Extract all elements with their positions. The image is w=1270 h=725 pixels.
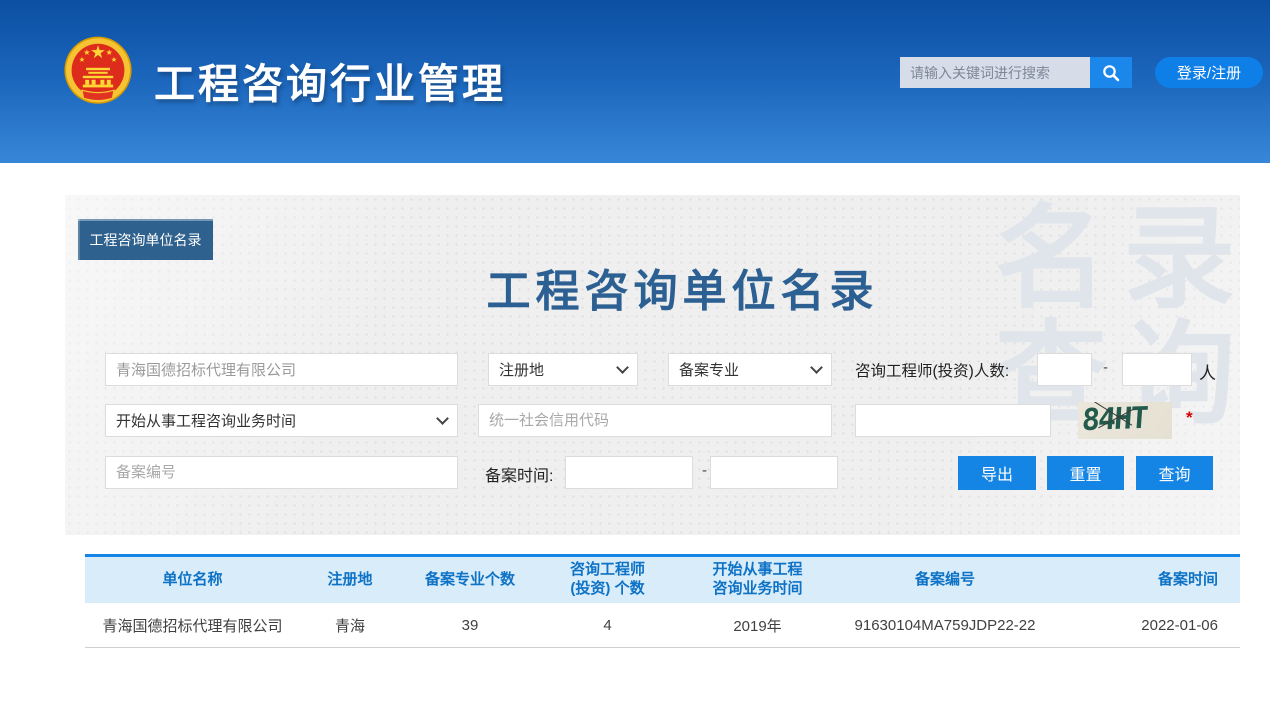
cell-record-number: 91630104MA759JDP22-22: [840, 603, 1050, 648]
login-register-button[interactable]: 登录/注册: [1155, 57, 1263, 88]
record-time-separator: -: [702, 462, 707, 479]
export-button[interactable]: 导出: [958, 456, 1036, 490]
top-banner: ★ ★ ★ ★ ★ 工程咨询行业管理 登录/注册: [0, 0, 1270, 163]
table-header-row: 单位名称 注册地 备案专业个数 咨询工程师 (投资) 个数 开始从事工程 咨询业…: [85, 556, 1240, 604]
required-marker: *: [1186, 408, 1193, 428]
col-header-start-time: 开始从事工程 咨询业务时间: [675, 556, 840, 604]
record-time-label: 备案时间:: [485, 462, 553, 486]
chevron-down-icon: [810, 361, 823, 374]
cell-unit-name: 青海国德招标代理有限公司: [85, 603, 300, 648]
company-name-input[interactable]: [105, 353, 458, 386]
svg-text:★: ★: [111, 55, 117, 64]
svg-text:★: ★: [90, 42, 106, 62]
col-header-engineer-count: 咨询工程师 (投资) 个数: [540, 556, 675, 604]
specialty-select[interactable]: 备案专业: [668, 353, 832, 386]
reset-button[interactable]: 重置: [1047, 456, 1124, 490]
record-number-input[interactable]: [105, 456, 458, 489]
captcha-input[interactable]: [855, 404, 1051, 437]
tab-directory[interactable]: 工程咨询单位名录: [78, 219, 213, 260]
cell-record-time: 2022-01-06: [1050, 603, 1240, 648]
search-icon: [1101, 63, 1121, 83]
col-header-record-time: 备案时间: [1050, 556, 1240, 604]
start-time-select-value: 开始从事工程咨询业务时间: [116, 410, 438, 431]
chevron-down-icon: [436, 412, 449, 425]
chevron-down-icon: [616, 361, 629, 374]
page-title: 工程咨询单位名录: [65, 255, 1240, 319]
captcha-image[interactable]: 84HT: [1078, 402, 1172, 439]
table-row: 青海国德招标代理有限公司 青海 39 4 2019年 91630104MA759…: [85, 603, 1240, 648]
region-select[interactable]: 注册地: [488, 353, 638, 386]
page: ★ ★ ★ ★ ★ 工程咨询行业管理 登录/注册: [0, 0, 1270, 725]
col-header-region: 注册地: [300, 556, 400, 604]
col-header-record-number: 备案编号: [840, 556, 1050, 604]
engineer-count-max-input[interactable]: [1122, 353, 1192, 386]
cell-start-time: 2019年: [675, 603, 840, 648]
national-emblem-logo: ★ ★ ★ ★ ★: [58, 30, 138, 112]
record-time-start-input[interactable]: [565, 456, 693, 489]
person-unit-label: 人: [1199, 359, 1216, 384]
search-input[interactable]: [900, 57, 1090, 88]
cell-engineer-count: 4: [540, 603, 675, 648]
credit-code-input[interactable]: [478, 404, 832, 437]
query-button[interactable]: 查询: [1136, 456, 1213, 490]
col-header-specialty-count: 备案专业个数: [400, 556, 540, 604]
cell-region: 青海: [300, 603, 400, 648]
cell-specialty-count: 39: [400, 603, 540, 648]
engineer-count-min-input[interactable]: [1037, 353, 1092, 386]
record-time-end-input[interactable]: [710, 456, 838, 489]
region-select-value: 注册地: [499, 359, 618, 380]
engineer-range-separator: -: [1103, 359, 1108, 376]
search-button[interactable]: [1090, 57, 1132, 88]
engineer-count-label: 咨询工程师(投资)人数:: [855, 359, 1009, 381]
results-table: 单位名称 注册地 备案专业个数 咨询工程师 (投资) 个数 开始从事工程 咨询业…: [85, 554, 1240, 648]
svg-text:★: ★: [79, 55, 85, 64]
col-header-unit-name: 单位名称: [85, 556, 300, 604]
specialty-select-value: 备案专业: [679, 359, 812, 380]
directory-panel: 名录 查询 工程咨询单位名录 工程咨询单位名录 注册地 备案专业 咨询工程师(投…: [65, 195, 1240, 535]
start-time-select[interactable]: 开始从事工程咨询业务时间: [105, 404, 458, 437]
site-title: 工程咨询行业管理: [154, 50, 506, 110]
